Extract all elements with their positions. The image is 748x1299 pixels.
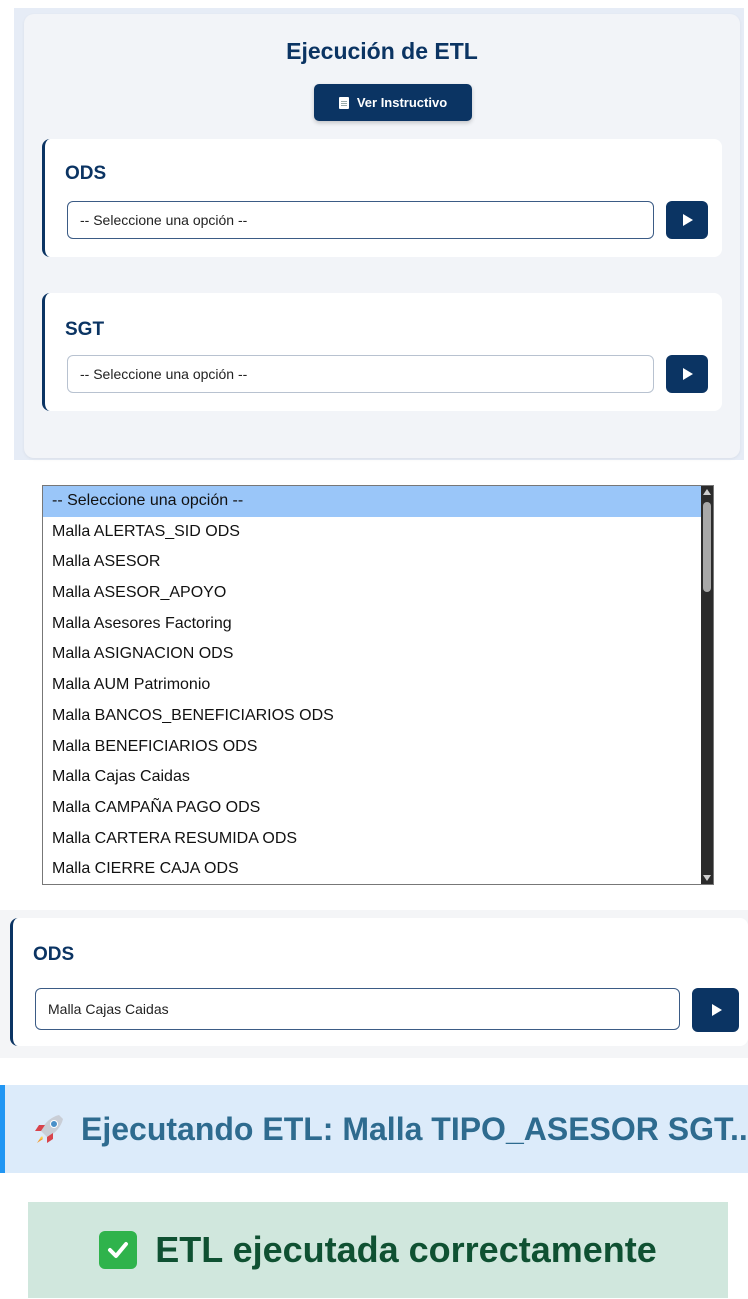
dropdown-option[interactable]: Malla ASIGNACION ODS [43,639,702,670]
dropdown-option[interactable]: Malla CAMPAÑA PAGO ODS [43,793,702,824]
play-icon [711,1004,722,1016]
ods-selected-panel: ODS Malla Cajas Caidas [0,910,748,1058]
scroll-up-icon[interactable] [703,489,711,495]
sgt-select-value: -- Seleccione una opción -- [80,366,248,382]
ver-instructivo-button[interactable]: Ver Instructivo [314,84,472,121]
running-message: Ejecutando ETL: Malla TIPO_ASESOR SGT... [81,1110,748,1147]
ods-title: ODS [65,163,107,184]
dropdown-option[interactable]: Malla BANCOS_BENEFICIARIOS ODS [43,701,702,732]
dropdown-option[interactable]: Malla Asesores Factoring [43,609,702,640]
dropdown-option[interactable]: Malla AUM Patrimonio [43,670,702,701]
sgt-card: SGT -- Seleccione una opción -- [42,293,722,411]
ods-select-value: Malla Cajas Caidas [48,1001,169,1017]
dropdown-option[interactable]: -- Seleccione una opción -- [43,486,702,517]
dropdown-scrollbar[interactable] [701,486,713,884]
ods-select-value: -- Seleccione una opción -- [80,212,248,228]
running-alert: Ejecutando ETL: Malla TIPO_ASESOR SGT... [0,1085,748,1173]
etl-panel: Ejecución de ETL Ver Instructivo ODS -- … [14,8,744,460]
play-icon [683,214,693,226]
ods-select[interactable]: Malla Cajas Caidas [35,988,680,1030]
rocket-icon [29,1109,69,1149]
dropdown-option[interactable]: Malla CARTERA RESUMIDA ODS [43,824,702,855]
success-alert: ETL ejecutada correctamente [28,1202,728,1298]
sgt-run-button[interactable] [666,355,708,393]
etl-container: Ejecución de ETL Ver Instructivo ODS -- … [24,14,740,458]
sgt-title: SGT [65,319,105,340]
play-icon [683,368,693,380]
dropdown-option[interactable]: Malla ASESOR_APOYO [43,578,702,609]
scroll-down-icon[interactable] [703,875,711,881]
ods-run-button[interactable] [666,201,708,239]
ods-title: ODS [33,944,75,965]
ver-instructivo-label: Ver Instructivo [356,95,448,110]
check-icon [99,1231,138,1269]
dropdown-options: -- Seleccione una opción -- Malla ALERTA… [43,486,702,885]
dropdown-option[interactable]: Malla ALERTAS_SID ODS [43,517,702,548]
ods-select[interactable]: -- Seleccione una opción -- [67,201,654,239]
ods-card-selected: ODS Malla Cajas Caidas [10,918,748,1046]
ods-run-button[interactable] [692,988,739,1032]
success-message: ETL ejecutada correctamente [155,1229,657,1270]
document-icon [338,96,349,109]
dropdown-option[interactable]: Malla ASESOR [43,547,702,578]
dropdown-option[interactable]: Malla CIERRE CAJA ODS [43,854,702,885]
scroll-thumb[interactable] [703,502,711,592]
dropdown-option[interactable]: Malla Cajas Caidas [43,762,702,793]
dropdown-option[interactable]: Malla BENEFICIARIOS ODS [43,732,702,763]
sgt-select[interactable]: -- Seleccione una opción -- [67,355,654,393]
page-title: Ejecución de ETL [286,38,478,64]
ods-dropdown-list[interactable]: -- Seleccione una opción -- Malla ALERTA… [42,485,714,885]
ods-card: ODS -- Seleccione una opción -- [42,139,722,257]
